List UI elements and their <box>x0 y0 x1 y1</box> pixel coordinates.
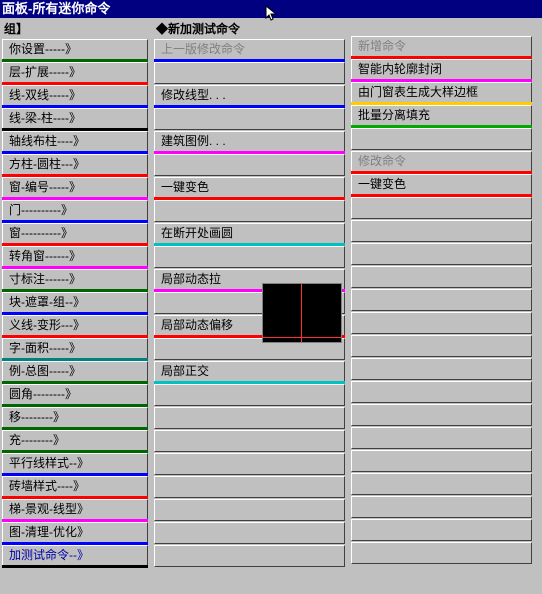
right-item-17[interactable] <box>351 427 532 449</box>
left-item-7[interactable]: 门----------》 <box>2 200 148 222</box>
left-item-3[interactable]: 线-梁-柱----》 <box>2 108 148 130</box>
right-spacer <box>351 18 532 36</box>
right-item-3[interactable]: 批量分离填充 <box>351 105 532 127</box>
right-item-10[interactable] <box>351 266 532 288</box>
left-item-17[interactable]: 充--------》 <box>2 430 148 452</box>
left-item-20[interactable]: 梯-景观-线型》 <box>2 499 148 521</box>
mid-item-9[interactable] <box>154 246 345 268</box>
mid-item-4[interactable]: 建筑图例. . . <box>154 131 345 153</box>
left-item-9[interactable]: 转角窗------》 <box>2 246 148 268</box>
left-underline-22 <box>2 565 148 568</box>
left-item-10[interactable]: 寸标注------》 <box>2 269 148 291</box>
preview-thumbnail <box>262 283 342 343</box>
right-item-18[interactable] <box>351 450 532 472</box>
right-item-21[interactable] <box>351 519 532 541</box>
right-column: 新增命令智能内轮廓封闭由门窗表生成大样边框批量分离填充 修改命令一键变色 <box>349 18 534 594</box>
left-column: 组】 你设置-----》层-扩展-----》线-双线-----》线-梁-柱---… <box>0 18 150 594</box>
right-item-14[interactable] <box>351 358 532 380</box>
left-item-6[interactable]: 窗-编号-----》 <box>2 177 148 199</box>
mid-item-15[interactable] <box>154 384 345 406</box>
mid-underline-22 <box>154 565 345 568</box>
mid-header: ◆新加测试命令 <box>154 18 345 39</box>
left-item-14[interactable]: 例-总图-----》 <box>2 361 148 383</box>
mid-item-19[interactable] <box>154 476 345 498</box>
mid-item-14[interactable]: 局部正交 <box>154 361 345 383</box>
left-item-5[interactable]: 方柱-圆柱---》 <box>2 154 148 176</box>
mid-item-6[interactable]: 一键变色 <box>154 177 345 199</box>
right-item-16[interactable] <box>351 404 532 426</box>
right-item-4[interactable] <box>351 128 532 150</box>
left-item-0[interactable]: 你设置-----》 <box>2 39 148 61</box>
preview-crosshair-v <box>301 284 302 342</box>
right-item-5[interactable]: 修改命令 <box>351 151 532 173</box>
left-item-22[interactable]: 加测试命令--》 <box>2 545 148 567</box>
left-item-21[interactable]: 图-清理-优化》 <box>2 522 148 544</box>
left-item-16[interactable]: 移--------》 <box>2 407 148 429</box>
left-item-8[interactable]: 窗----------》 <box>2 223 148 245</box>
mid-item-22[interactable] <box>154 545 345 567</box>
right-item-15[interactable] <box>351 381 532 403</box>
mid-item-2[interactable]: 修改线型. . . <box>154 85 345 107</box>
mid-item-18[interactable] <box>154 453 345 475</box>
left-item-15[interactable]: 圆角--------》 <box>2 384 148 406</box>
left-item-4[interactable]: 轴线布柱----》 <box>2 131 148 153</box>
left-item-1[interactable]: 层-扩展-----》 <box>2 62 148 84</box>
mid-item-20[interactable] <box>154 499 345 521</box>
left-item-19[interactable]: 砖墙样式----》 <box>2 476 148 498</box>
left-item-13[interactable]: 字-面积-----》 <box>2 338 148 360</box>
right-item-7[interactable] <box>351 197 532 219</box>
mid-item-16[interactable] <box>154 407 345 429</box>
right-underline-22 <box>351 562 532 565</box>
right-item-0[interactable]: 新增命令 <box>351 36 532 58</box>
right-item-13[interactable] <box>351 335 532 357</box>
mid-item-5[interactable] <box>154 154 345 176</box>
right-item-11[interactable] <box>351 289 532 311</box>
mid-item-8[interactable]: 在断开处画圆 <box>154 223 345 245</box>
right-item-12[interactable] <box>351 312 532 334</box>
mid-item-1[interactable] <box>154 62 345 84</box>
left-item-18[interactable]: 平行线样式--》 <box>2 453 148 475</box>
mid-item-7[interactable] <box>154 200 345 222</box>
right-item-1[interactable]: 智能内轮廓封闭 <box>351 59 532 81</box>
right-item-2[interactable]: 由门窗表生成大样边框 <box>351 82 532 104</box>
right-item-9[interactable] <box>351 243 532 265</box>
right-item-8[interactable] <box>351 220 532 242</box>
left-item-2[interactable]: 线-双线-----》 <box>2 85 148 107</box>
left-header: 组】 <box>2 18 148 39</box>
window-title: 面板-所有迷你命令 <box>0 0 542 18</box>
mid-item-21[interactable] <box>154 522 345 544</box>
left-item-12[interactable]: 义线-变形---》 <box>2 315 148 337</box>
right-item-22[interactable] <box>351 542 532 564</box>
mid-item-17[interactable] <box>154 430 345 452</box>
mid-item-3[interactable] <box>154 108 345 130</box>
left-item-11[interactable]: 块-遮罩-组--》 <box>2 292 148 314</box>
right-item-6[interactable]: 一键变色 <box>351 174 532 196</box>
preview-crosshair-h <box>263 337 341 338</box>
right-item-19[interactable] <box>351 473 532 495</box>
right-item-20[interactable] <box>351 496 532 518</box>
mid-item-0[interactable]: 上一版修改命令 <box>154 39 345 61</box>
